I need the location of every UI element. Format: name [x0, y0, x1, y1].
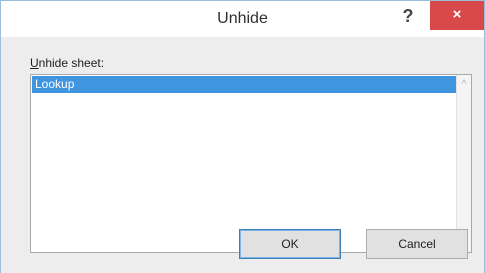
unhide-sheet-label: Unhide sheet: [30, 56, 104, 70]
title-bar: Unhide ? × [1, 1, 484, 37]
vertical-scrollbar[interactable]: ^ v [456, 75, 471, 252]
accelerator-key: U [30, 56, 39, 70]
ok-button[interactable]: OK [239, 229, 341, 259]
list-item-lookup[interactable]: Lookup [32, 76, 456, 93]
label-text: nhide sheet: [38, 56, 105, 70]
cancel-button[interactable]: Cancel [366, 229, 468, 259]
close-icon: × [452, 6, 462, 23]
help-button[interactable]: ? [393, 3, 423, 31]
dialog-body: Unhide sheet: Lookup ^ v OK Cancel [1, 37, 484, 273]
sheet-listbox[interactable]: Lookup ^ v [30, 74, 472, 253]
unhide-dialog: Unhide ? × Unhide sheet: Lookup ^ v OK C… [0, 0, 485, 273]
close-button[interactable]: × [430, 1, 484, 30]
scroll-up-icon[interactable]: ^ [457, 77, 471, 93]
